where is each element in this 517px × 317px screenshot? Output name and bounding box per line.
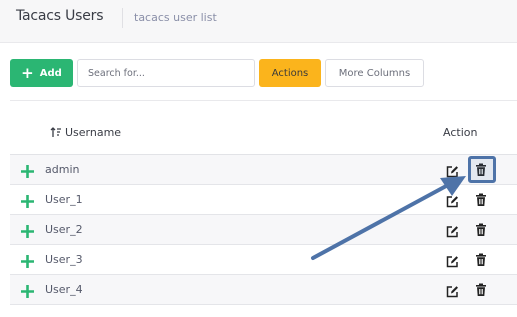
edit-icon[interactable]	[446, 283, 459, 302]
toolbar-divider	[10, 100, 517, 101]
edit-icon[interactable]	[446, 223, 459, 242]
add-button[interactable]: + Add	[10, 59, 73, 87]
trash-icon[interactable]	[475, 192, 487, 211]
column-header-username[interactable]: Username	[50, 126, 121, 139]
edit-icon[interactable]	[446, 163, 459, 182]
actions-button[interactable]: Actions	[259, 59, 321, 87]
page-header: Tacacs Users tacacs user list	[0, 0, 517, 43]
expand-row-plus-icon[interactable]	[20, 253, 35, 272]
username-cell: admin	[45, 163, 80, 176]
edit-icon[interactable]	[446, 253, 459, 272]
table-row[interactable]: User_3	[10, 245, 517, 275]
username-cell: User_2	[45, 223, 83, 236]
username-cell: User_4	[45, 283, 83, 296]
add-button-label: Add	[39, 67, 62, 79]
edit-icon[interactable]	[446, 193, 459, 212]
trash-icon[interactable]	[475, 282, 487, 301]
expand-row-plus-icon[interactable]	[20, 223, 35, 242]
username-cell: User_1	[45, 193, 83, 206]
plus-icon: +	[21, 63, 34, 82]
more-columns-button[interactable]: More Columns	[325, 59, 424, 87]
table-row[interactable]: User_2	[10, 215, 517, 245]
sort-icon[interactable]	[50, 127, 62, 138]
page-subtitle: tacacs user list	[134, 11, 217, 24]
column-header-username-label: Username	[65, 126, 122, 139]
more-columns-label: More Columns	[338, 67, 411, 79]
trash-icon[interactable]	[475, 252, 487, 271]
table-row[interactable]: User_4	[10, 275, 517, 305]
table-row[interactable]: admin	[10, 155, 517, 185]
table-row[interactable]: User_1	[10, 185, 517, 215]
expand-row-plus-icon[interactable]	[20, 193, 35, 212]
actions-button-label: Actions	[271, 67, 309, 79]
column-header-action: Action	[443, 126, 478, 139]
page-title: Tacacs Users	[16, 8, 104, 24]
expand-row-plus-icon[interactable]	[20, 283, 35, 302]
trash-icon[interactable]	[475, 222, 487, 241]
username-cell: User_3	[45, 253, 83, 266]
annotation-highlight-box	[468, 156, 496, 183]
search-input[interactable]	[77, 59, 255, 87]
title-divider	[122, 8, 123, 28]
expand-row-plus-icon[interactable]	[20, 163, 35, 182]
